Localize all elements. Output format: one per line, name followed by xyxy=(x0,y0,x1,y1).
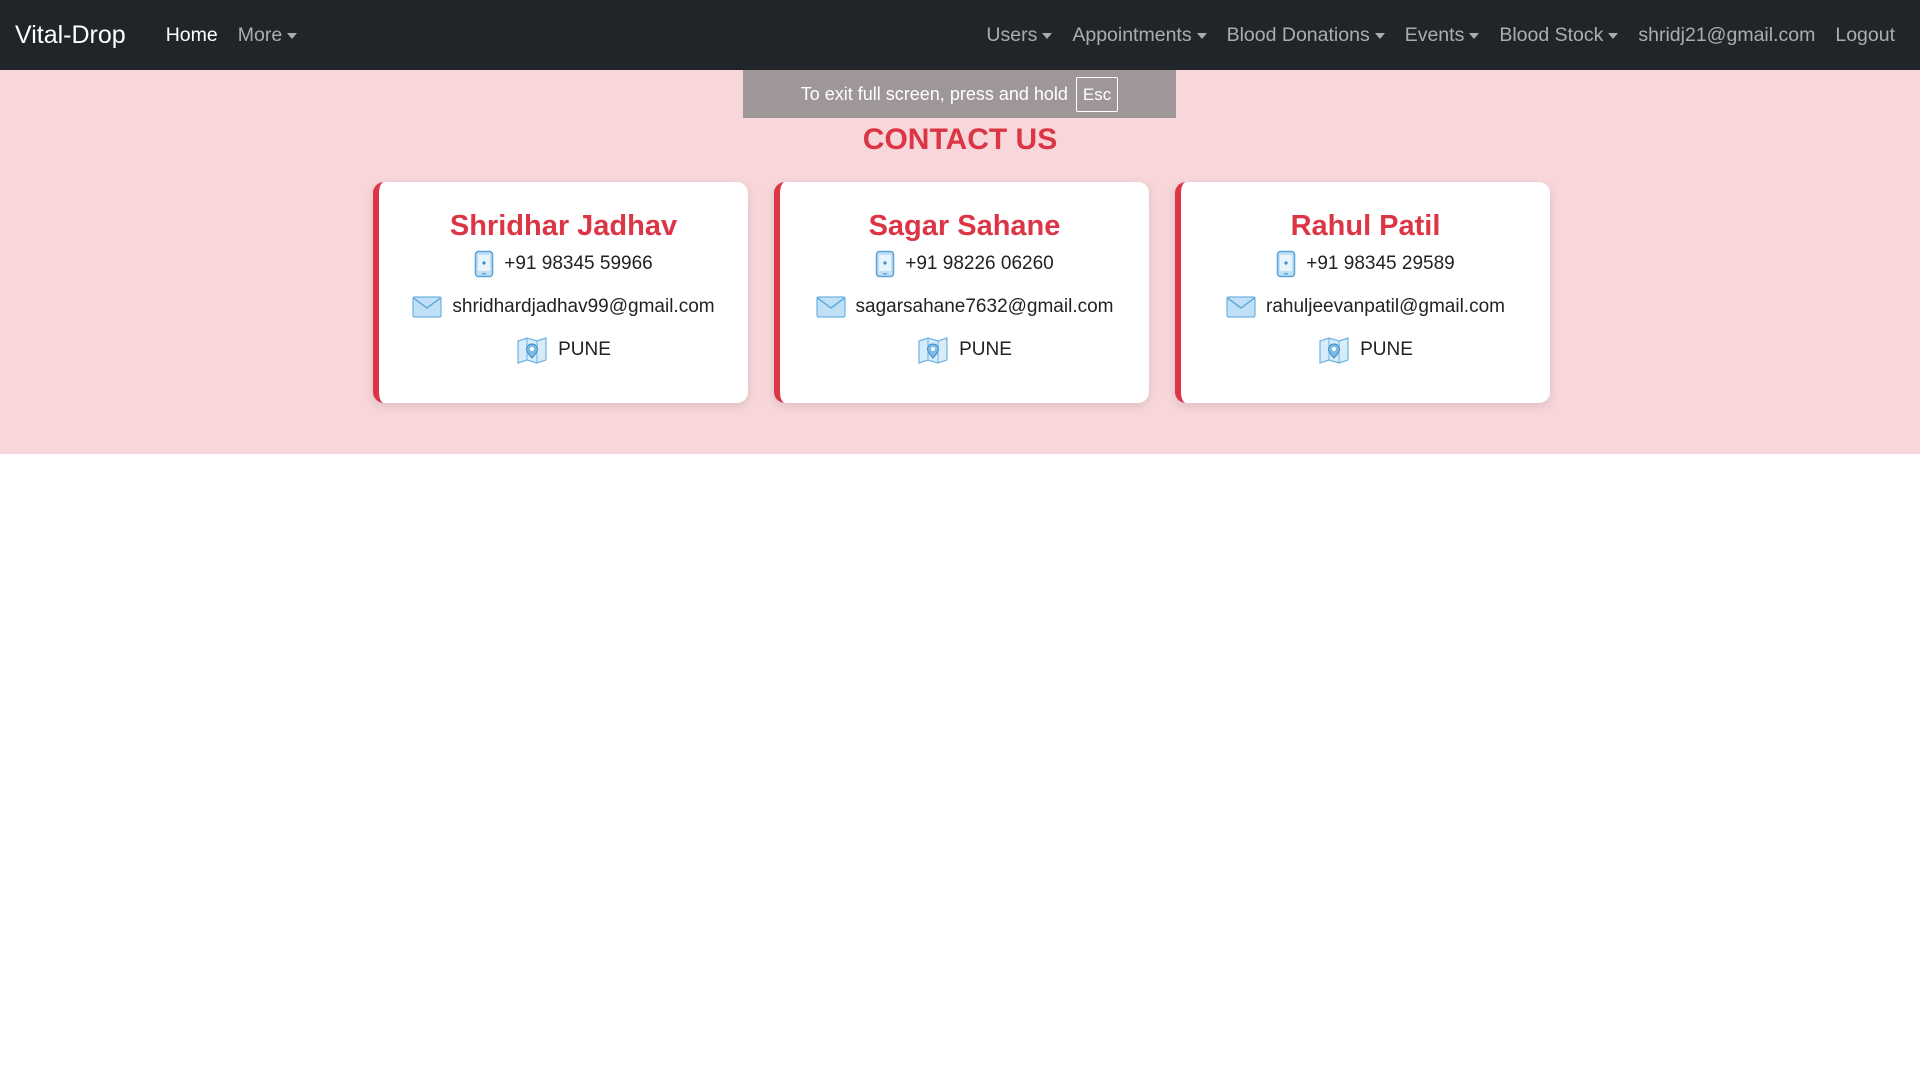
contact-phone-row: +91 98226 06260 xyxy=(875,246,1054,282)
contact-phone-row: +91 98345 59966 xyxy=(474,246,653,282)
map-pin-icon xyxy=(1318,336,1350,364)
caret-down-icon xyxy=(1196,33,1207,39)
contact-phone: +91 98345 29589 xyxy=(1306,253,1455,274)
contact-email[interactable]: shridhardjadhav99@gmail.com xyxy=(452,296,714,318)
caret-down-icon xyxy=(1608,33,1619,39)
nav-logout[interactable]: Logout xyxy=(1825,24,1905,47)
esc-key-hint: Esc xyxy=(1075,76,1119,112)
caret-down-icon xyxy=(287,33,298,39)
envelope-icon xyxy=(815,296,846,318)
contact-section: CONTACT US Shridhar Jadhav +91 98345 599… xyxy=(0,70,1920,454)
brand-logo[interactable]: Vital-Drop xyxy=(15,21,126,50)
contact-city: PUNE xyxy=(959,339,1012,360)
contact-city-row: PUNE xyxy=(1318,332,1413,368)
contact-phone: +91 98345 59966 xyxy=(504,253,653,274)
contact-email-row: shridhardjadhav99@gmail.com xyxy=(412,289,715,325)
navbar-right: Users Appointments Blood Donations Event… xyxy=(976,24,1905,47)
nav-events-label: Events xyxy=(1404,23,1465,46)
nav-blood-donations-label: Blood Donations xyxy=(1226,23,1370,46)
nav-blood-donations-dropdown[interactable]: Blood Donations xyxy=(1217,24,1395,47)
contact-card: Rahul Patil +91 98345 29589 rahuljeevanp… xyxy=(1175,182,1550,403)
contact-email[interactable]: sagarsahane7632@gmail.com xyxy=(856,296,1114,318)
nav-appointments-dropdown[interactable]: Appointments xyxy=(1062,24,1216,47)
navbar: Vital-Drop Home More Users Appointments … xyxy=(0,0,1920,70)
nav-events-dropdown[interactable]: Events xyxy=(1395,24,1490,47)
contact-name: Sagar Sahane xyxy=(868,210,1061,242)
contact-card: Sagar Sahane +91 98226 06260 sagarsahane… xyxy=(774,182,1149,403)
contact-phone-row: +91 98345 29589 xyxy=(1276,246,1455,282)
map-pin-icon xyxy=(516,336,548,364)
contact-card: Shridhar Jadhav +91 98345 59966 shridhar… xyxy=(373,182,748,403)
phone-icon xyxy=(1276,250,1296,278)
nav-appointments-label: Appointments xyxy=(1072,23,1192,46)
contact-email[interactable]: rahuljeevanpatil@gmail.com xyxy=(1266,296,1505,318)
phone-icon xyxy=(875,250,895,278)
caret-down-icon xyxy=(1042,33,1053,39)
contact-title: CONTACT US xyxy=(862,123,1058,156)
contact-cards: Shridhar Jadhav +91 98345 59966 shridhar… xyxy=(373,182,1550,403)
contact-city: PUNE xyxy=(1360,339,1413,360)
contact-name: Shridhar Jadhav xyxy=(449,210,678,242)
navbar-left: Vital-Drop Home More xyxy=(15,21,307,50)
nav-blood-stock-label: Blood Stock xyxy=(1499,23,1604,46)
contact-email-row: rahuljeevanpatil@gmail.com xyxy=(1226,289,1505,325)
phone-icon xyxy=(474,250,494,278)
contact-city-row: PUNE xyxy=(516,332,611,368)
contact-email-row: sagarsahane7632@gmail.com xyxy=(815,289,1114,325)
nav-user-email[interactable]: shridj21@gmail.com xyxy=(1628,24,1825,47)
nav-users-dropdown[interactable]: Users xyxy=(976,24,1062,47)
envelope-icon xyxy=(1226,296,1256,318)
fullscreen-exit-toast: To exit full screen, press and hold Esc xyxy=(743,70,1176,118)
toast-text: To exit full screen, press and hold xyxy=(800,83,1068,104)
contact-city-row: PUNE xyxy=(917,332,1012,368)
contact-phone: +91 98226 06260 xyxy=(905,253,1054,274)
nav-more-dropdown[interactable]: More xyxy=(228,24,307,47)
map-pin-icon xyxy=(917,336,949,364)
nav-blood-stock-dropdown[interactable]: Blood Stock xyxy=(1489,24,1628,47)
nav-home[interactable]: Home xyxy=(156,24,228,47)
contact-name: Rahul Patil xyxy=(1290,210,1441,242)
envelope-icon xyxy=(412,296,442,318)
caret-down-icon xyxy=(1469,33,1480,39)
nav-more-label: More xyxy=(237,23,283,46)
contact-city: PUNE xyxy=(558,339,611,360)
caret-down-icon xyxy=(1374,33,1385,39)
nav-users-label: Users xyxy=(986,23,1038,46)
